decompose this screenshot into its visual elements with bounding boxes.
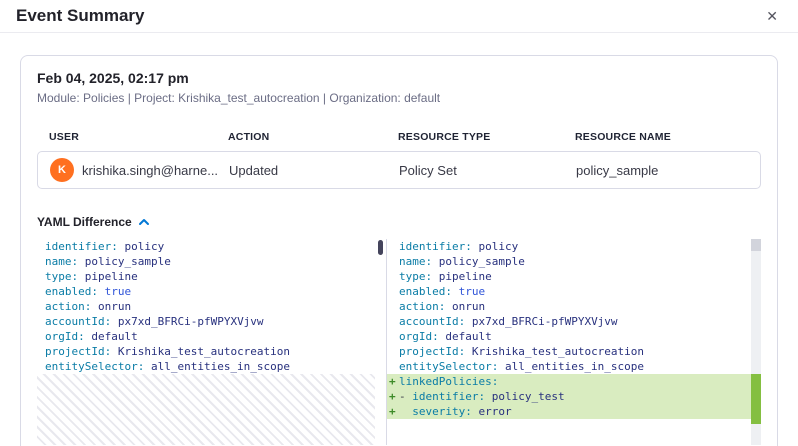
diff-line: type: pipeline	[387, 269, 751, 284]
diff-line: orgId: default	[387, 329, 751, 344]
action-cell: Updated	[229, 163, 399, 178]
diff-line: orgId: default	[37, 329, 375, 344]
table-row: K krishika.singh@harne... Updated Policy…	[37, 151, 761, 189]
diff-line: entitySelector: all_entities_in_scope	[387, 359, 751, 374]
diff-line: enabled: true	[387, 284, 751, 299]
user-name: krishika.singh@harne...	[82, 163, 218, 178]
event-card: Feb 04, 2025, 02:17 pm Module: Policies …	[20, 55, 778, 446]
diff-line: name: policy_sample	[37, 254, 375, 269]
diff-line: +- identifier: policy_test	[387, 389, 751, 404]
diff-minimap[interactable]	[751, 239, 761, 445]
minimap-added-marker	[751, 374, 761, 424]
yaml-difference-toggle[interactable]: YAML Difference	[37, 215, 761, 229]
diff-line: + severity: error	[387, 404, 751, 419]
yaml-difference-label: YAML Difference	[37, 215, 132, 229]
diff-scrollbar-track	[375, 239, 387, 445]
diff-pane-right: identifier: policyname: policy_sampletyp…	[387, 239, 751, 445]
diff-line: type: pipeline	[37, 269, 375, 284]
diff-empty-placeholder	[37, 374, 375, 445]
diff-scrollbar-thumb[interactable]	[378, 240, 383, 255]
diff-line: entitySelector: all_entities_in_scope	[37, 359, 375, 374]
diff-right-lines: identifier: policyname: policy_sampletyp…	[387, 239, 751, 419]
table-header-cell: ACTION	[228, 131, 398, 143]
diff-pane-left: identifier: policyname: policy_sampletyp…	[37, 239, 375, 445]
diff-line: action: onrun	[387, 299, 751, 314]
resource-name-cell: policy_sample	[576, 163, 748, 178]
table-header: USERACTIONRESOURCE TYPERESOURCE NAME	[37, 131, 761, 143]
diff-left-lines: identifier: policyname: policy_sampletyp…	[37, 239, 375, 374]
close-button[interactable]: ✕	[762, 5, 782, 27]
diff-line: accountId: px7xd_BFRCi-pfWPYXVjvw	[387, 314, 751, 329]
diff-line: accountId: px7xd_BFRCi-pfWPYXVjvw	[37, 314, 375, 329]
diff-line: identifier: policy	[387, 239, 751, 254]
table-header-cell: RESOURCE TYPE	[398, 131, 575, 143]
diff-line: projectId: Krishika_test_autocreation	[37, 344, 375, 359]
yaml-diff-viewer: identifier: policyname: policy_sampletyp…	[37, 239, 761, 445]
close-icon: ✕	[766, 8, 778, 24]
event-timestamp: Feb 04, 2025, 02:17 pm	[37, 70, 761, 86]
resource-type-cell: Policy Set	[399, 163, 576, 178]
minimap-thumb	[751, 239, 761, 251]
avatar: K	[50, 158, 74, 182]
diff-line: +linkedPolicies:	[387, 374, 751, 389]
table-header-cell: USER	[49, 131, 228, 143]
diff-line: action: onrun	[37, 299, 375, 314]
diff-line: identifier: policy	[37, 239, 375, 254]
user-cell: K krishika.singh@harne...	[50, 158, 229, 182]
modal-title: Event Summary	[16, 6, 145, 26]
event-meta: Module: Policies | Project: Krishika_tes…	[37, 91, 761, 105]
diff-line: projectId: Krishika_test_autocreation	[387, 344, 751, 359]
modal-header: Event Summary ✕	[0, 0, 798, 33]
diff-line: enabled: true	[37, 284, 375, 299]
event-summary-modal: Event Summary ✕ Feb 04, 2025, 02:17 pm M…	[0, 0, 798, 446]
chevron-up-icon	[138, 217, 150, 227]
table-header-cell: RESOURCE NAME	[575, 131, 749, 143]
diff-line: name: policy_sample	[387, 254, 751, 269]
